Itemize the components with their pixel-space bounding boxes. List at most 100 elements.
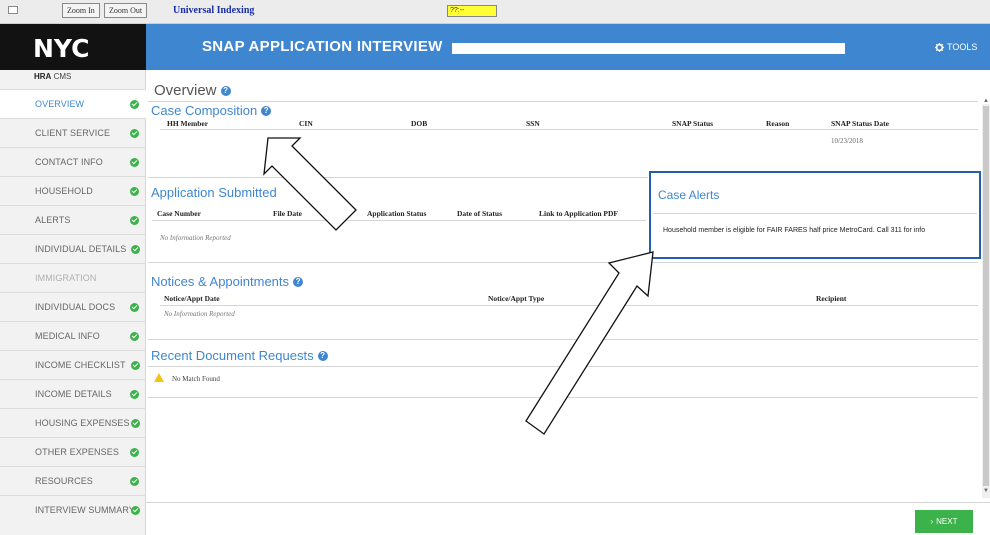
sidebar-item-label: INCOME CHECKLIST (35, 360, 126, 370)
help-icon[interactable]: ? (293, 276, 304, 287)
sidebar-item-medical-info[interactable]: MEDICAL INFO (0, 321, 146, 350)
sidebar-item-label: MEDICAL INFO (35, 331, 100, 341)
divider (146, 502, 990, 503)
sidebar-item-resources[interactable]: RESOURCES (0, 466, 146, 495)
sidebar-item-label: HOUSING EXPENSES (35, 418, 130, 428)
sidebar-item-label: INCOME DETAILS (35, 389, 112, 399)
universal-indexing-link[interactable]: Universal Indexing (173, 5, 254, 16)
sidebar-item-other-expenses[interactable]: OTHER EXPENSES (0, 437, 146, 466)
sidebar-item-interview-summary[interactable]: INTERVIEW SUMMARY (0, 495, 146, 524)
warning-icon (154, 373, 164, 382)
help-icon[interactable]: ? (220, 85, 231, 96)
scrollbar-thumb[interactable] (983, 106, 989, 486)
check-icon (131, 506, 140, 515)
check-icon (130, 216, 139, 225)
sidebar-item-contact-info[interactable]: CONTACT INFO (0, 147, 146, 176)
column-header: Notice/Appt Type (488, 294, 545, 303)
column-header: SNAP Status Date (831, 119, 889, 128)
column-header: SSN (526, 119, 540, 128)
divider (148, 262, 978, 263)
sidebar-item-label: RESOURCES (35, 476, 93, 486)
sidebar-item-income-checklist[interactable]: INCOME CHECKLIST (0, 350, 146, 379)
sidebar-item-label: CONTACT INFO (35, 157, 103, 167)
check-icon (131, 361, 140, 370)
browser-toolbar: Zoom In Zoom Out Universal Indexing ??:-… (0, 0, 990, 24)
sidebar-item-label: ALERTS (35, 215, 71, 225)
sidebar-item-income-details[interactable]: INCOME DETAILS (0, 379, 146, 408)
column-header: Notice/Appt Date (164, 294, 220, 303)
sidebar-item-label: CLIENT SERVICE (35, 128, 111, 138)
nyc-logo: NYC (33, 34, 90, 63)
column-header: File Date (273, 209, 302, 218)
help-icon[interactable]: ? (317, 350, 328, 361)
column-header: Application Status (367, 209, 427, 218)
empty-message: No Information Reported (164, 310, 235, 318)
app-window: Zoom In Zoom Out Universal Indexing ??:-… (0, 0, 990, 535)
sidebar-item-label: OVERVIEW (35, 99, 85, 109)
header-progress-bar (452, 43, 845, 54)
check-icon (130, 100, 139, 109)
sidebar-item-individual-docs[interactable]: INDIVIDUAL DOCS (0, 292, 146, 321)
help-icon[interactable]: ? (261, 105, 272, 116)
divider (148, 101, 978, 102)
window-menu-icon[interactable] (8, 6, 18, 14)
sidebar-item-immigration: IMMIGRATION (0, 263, 146, 292)
case-alert-message: Household member is eligible for FAIR FA… (663, 227, 926, 234)
zoom-out-button[interactable]: Zoom Out (104, 3, 148, 18)
divider (148, 177, 648, 178)
column-header: Reason (766, 119, 790, 128)
column-header: SNAP Status (672, 119, 714, 128)
sidebar-item-label: OTHER EXPENSES (35, 447, 119, 457)
tools-label: TOOLS (947, 42, 978, 52)
sidebar-item-alerts[interactable]: ALERTS (0, 205, 146, 234)
sidebar-item-housing-expenses[interactable]: HOUSING EXPENSES (0, 408, 146, 437)
sidebar-item-client-service[interactable]: CLIENT SERVICE (0, 118, 146, 147)
notices-appointments-title: Notices & Appointments? (151, 274, 304, 289)
check-icon (131, 245, 140, 254)
sidebar-item-household[interactable]: HOUSEHOLD (0, 176, 146, 205)
divider (148, 397, 978, 398)
chevron-right-icon: › (930, 517, 934, 526)
zoom-in-button[interactable]: Zoom In (62, 3, 100, 18)
sidebar-item-label: HOUSEHOLD (35, 186, 93, 196)
page-title: Overview? (154, 82, 231, 99)
check-icon (130, 477, 139, 486)
main-content (146, 70, 990, 535)
divider (160, 305, 978, 306)
check-icon (130, 303, 139, 312)
column-header: Case Number (157, 209, 201, 218)
status-field: ??:-- (447, 5, 497, 17)
gear-icon (935, 42, 944, 52)
check-icon (130, 187, 139, 196)
divider (152, 220, 646, 221)
application-submitted-title: Application Submitted (151, 185, 277, 200)
org-label: HRA CMS (34, 72, 72, 81)
table-cell: 10/23/2018 (831, 137, 863, 145)
scroll-down-icon[interactable]: ▼ (983, 488, 989, 494)
divider (148, 339, 978, 340)
sidebar-item-individual-details[interactable]: INDIVIDUAL DETAILS (0, 234, 146, 263)
no-match-message: No Match Found (172, 375, 220, 383)
column-header: Date of Status (457, 209, 502, 218)
tools-menu[interactable]: TOOLS (935, 42, 977, 52)
check-icon (130, 448, 139, 457)
sidebar-item-label: INDIVIDUAL DOCS (35, 302, 116, 312)
case-composition-title: Case Composition? (151, 103, 272, 118)
sidebar-item-label: IMMIGRATION (35, 273, 97, 283)
divider (653, 213, 977, 214)
case-alerts-panel (649, 171, 981, 259)
sidebar-item-label: INTERVIEW SUMMARY (35, 505, 135, 515)
column-header: HH Member (167, 119, 209, 128)
check-icon (130, 332, 139, 341)
divider (160, 129, 978, 130)
empty-message: No Information Reported (160, 234, 231, 242)
check-icon (131, 419, 140, 428)
column-header: Link to Application PDF (539, 209, 618, 218)
sidebar-item-overview[interactable]: OVERVIEW (0, 89, 146, 118)
scroll-up-icon[interactable]: ▲ (983, 98, 989, 104)
check-icon (130, 158, 139, 167)
check-icon (130, 390, 139, 399)
page-header-title: SNAP APPLICATION INTERVIEW (202, 38, 443, 55)
next-button[interactable]: › NEXT (915, 510, 973, 533)
column-header: Recipient (816, 294, 847, 303)
